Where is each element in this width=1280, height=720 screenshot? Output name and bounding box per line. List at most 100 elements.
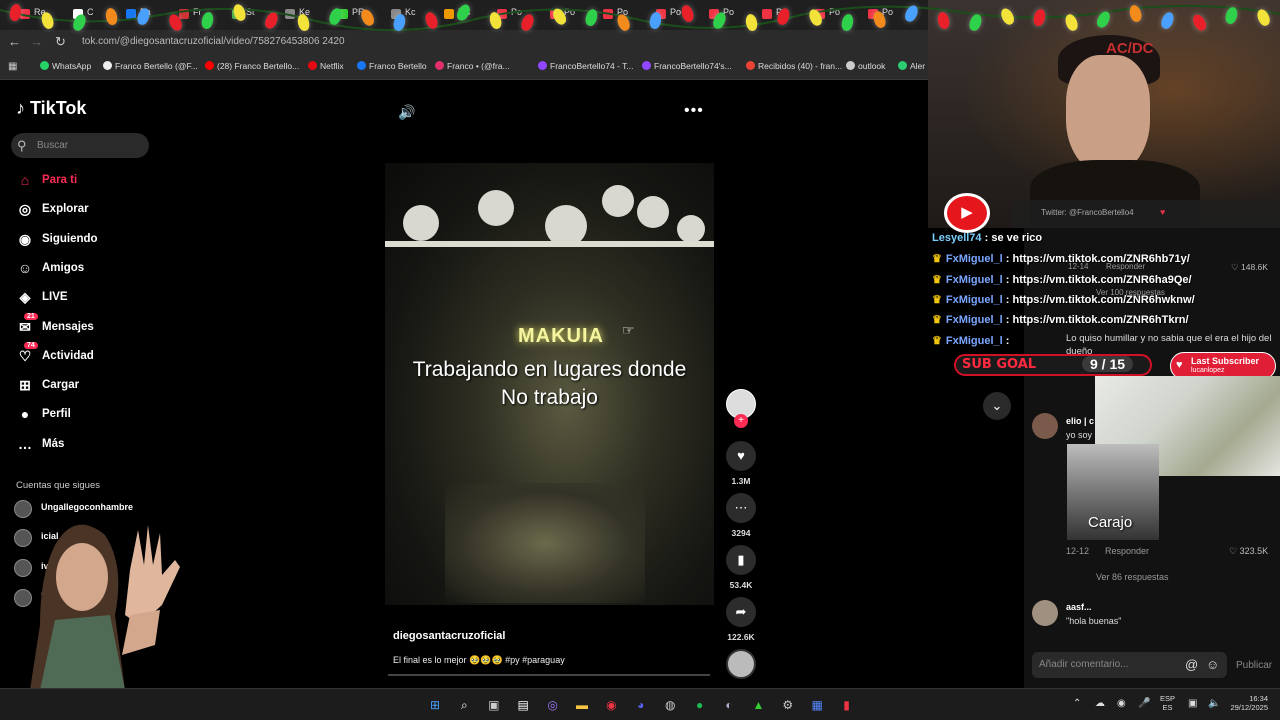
sidebar-item-amigos[interactable]: ☺ Amigos — [16, 260, 146, 282]
speaker-icon[interactable]: 🔈 — [1208, 698, 1220, 709]
like-button[interactable]: ♥ — [726, 441, 756, 471]
chat-text: : — [1005, 334, 1010, 347]
follow-plus-icon[interactable]: + — [734, 414, 748, 428]
chat-text: : https://vm.tiktok.com/ZNR6hb71y/ — [1005, 253, 1190, 266]
mention-icon[interactable]: @ — [1185, 657, 1198, 672]
ceiling-light-strip — [385, 241, 714, 247]
comment-2-reply[interactable]: Responder — [1105, 546, 1149, 556]
chat-message: ♛ FxMiguel_l : https://vm.tiktok.com/ZNR6… — [932, 313, 1189, 326]
tiktok-logo[interactable]: ♪ TikTok — [16, 98, 86, 119]
sound-icon[interactable]: 🔊 — [398, 104, 415, 121]
network-icon[interactable]: ◉ — [1117, 698, 1126, 709]
bookmark-label: Franco Bertello — [369, 61, 427, 71]
bookmark-label: Aler — [910, 61, 926, 71]
bookmark-item[interactable]: Franco Bertello — [357, 61, 427, 71]
bookmark-item[interactable]: Aler — [898, 61, 925, 71]
bookmark-item[interactable]: FrancoBertello74 - T... — [538, 61, 633, 71]
bookmark-item[interactable]: outlook — [846, 61, 885, 71]
steam-icon[interactable]: ◐ — [720, 696, 738, 714]
bookmark-item[interactable]: WhatsApp — [40, 61, 91, 71]
sidebar-item-live[interactable]: ◈ LIVE — [16, 289, 146, 311]
chat-message: ♛ FxMiguel_l : https://vm.tiktok.com/ZNR6… — [932, 293, 1195, 306]
emoji-icon[interactable]: ☺ — [1206, 657, 1219, 672]
search-input[interactable] — [11, 133, 149, 158]
heart-icon: ♥ — [737, 448, 745, 463]
bookmark-item[interactable]: Recibidos (40) - fran... — [746, 61, 842, 71]
scroll-down-button[interactable]: ⌄ — [983, 392, 1011, 420]
app-icon[interactable]: ▮ — [838, 696, 856, 714]
publish-button[interactable]: Publicar — [1236, 660, 1272, 671]
sidebar-item-más[interactable]: … Más — [16, 436, 146, 458]
crown-icon: ♛ — [932, 293, 942, 306]
bookmark-label: WhatsApp — [52, 61, 92, 71]
eleven-overlay-image — [30, 524, 180, 690]
music-disc-icon[interactable] — [726, 649, 756, 679]
comment-3-text: "hola buenas" — [1066, 616, 1122, 626]
chat-text: : se ve rico — [984, 232, 1043, 244]
comment-3-avatar[interactable] — [1032, 600, 1058, 626]
task-view-icon[interactable]: ▣ — [485, 696, 503, 714]
chat-username: FxMiguel_l — [945, 334, 1003, 347]
bookmark-item[interactable]: Franco Bertello (@F... — [103, 61, 198, 71]
chevron-down-icon: ⌄ — [991, 398, 1003, 413]
search-icon[interactable]: ⌕ — [455, 696, 473, 714]
crown-icon: ♛ — [932, 314, 942, 327]
drive-icon[interactable]: ▲ — [749, 696, 767, 714]
app-icon[interactable]: ◎ — [544, 696, 562, 714]
live-icon: ◈ — [19, 289, 31, 306]
sidebar-item-para-ti[interactable]: ⌂ Para ti — [16, 172, 146, 194]
twitter-handle: Twitter: @FrancoBertello4 — [1041, 208, 1134, 217]
app-icon[interactable]: ▦ — [808, 696, 826, 714]
sidebar-item-label: Explorar — [42, 203, 89, 216]
region: ES — [1162, 703, 1173, 712]
tiktok-note-icon: ♪ — [16, 98, 25, 118]
windows-start-icon[interactable]: ⊞ — [426, 696, 444, 714]
clock[interactable]: 16:34 29/12/2025 — [1222, 694, 1268, 712]
date: 29/12/2025 — [1230, 703, 1268, 712]
app-icon[interactable]: ⚙ — [779, 696, 797, 714]
video-caption-line-2: No trabajo — [501, 386, 598, 409]
bookmark-item[interactable]: FrancoBertello74's... — [642, 61, 732, 71]
onedrive-icon[interactable]: ☁ — [1095, 698, 1105, 709]
neon-sign: MAKUIA — [518, 325, 604, 347]
sidebar-item-siguiendo[interactable]: ◉ Siguiendo — [16, 231, 146, 253]
bookmark-item[interactable]: (28) Franco Bertello... — [205, 61, 299, 71]
display-icon[interactable]: ▣ — [1188, 698, 1197, 709]
comment-2-more[interactable]: Ver 86 respuestas — [1096, 572, 1169, 582]
tray-chevron-icon[interactable]: ⌃ — [1073, 698, 1081, 709]
following-icon: ◉ — [18, 230, 32, 247]
video-player[interactable] — [385, 163, 714, 605]
chat-username: FxMiguel_l — [945, 293, 1003, 306]
more-options-icon[interactable]: ••• — [684, 102, 704, 120]
sidebar-item-cargar[interactable]: ⊞ Cargar — [16, 377, 146, 399]
share-button[interactable]: ➦ — [726, 597, 756, 627]
save-count: 53.4K — [729, 580, 753, 590]
file-explorer-icon[interactable]: ▬ — [573, 696, 591, 714]
obs-icon[interactable]: ◍ — [661, 696, 679, 714]
comment-2-user[interactable]: elio | c — [1066, 416, 1094, 426]
microphone-icon[interactable]: 🎤 — [1138, 698, 1150, 709]
comment-2-avatar[interactable] — [1032, 413, 1058, 439]
comment-button[interactable]: ⋯ — [726, 493, 756, 523]
friends-icon: ☺ — [17, 259, 33, 276]
sidebar-item-explorar[interactable]: ◎ Explorar — [16, 201, 146, 223]
apps-grid-icon[interactable]: ▦ — [8, 61, 17, 72]
store-icon[interactable]: ▤ — [514, 696, 532, 714]
comment-3-user[interactable]: aasf... — [1066, 602, 1092, 612]
spotify-icon[interactable]: ● — [691, 696, 709, 714]
sidebar-item-label: Cargar — [42, 379, 80, 392]
sidebar-item-actividad[interactable]: ♡ Actividad 74 — [16, 341, 146, 370]
sidebar-item-perfil[interactable]: ● Perfil — [16, 406, 146, 428]
sidebar-item-mensajes[interactable]: ✉ Mensajes 21 — [16, 312, 146, 341]
save-button[interactable]: ▮ — [726, 545, 756, 575]
lamp-6 — [677, 215, 705, 243]
sidebar-item-label: Siguiendo — [42, 232, 98, 245]
video-author[interactable]: diegosantacruzoficial — [393, 630, 505, 642]
discord-icon[interactable]: ◕ — [632, 696, 650, 714]
language-indicator[interactable]: ESP ES — [1160, 694, 1175, 712]
bookmark-item[interactable]: Netflix — [308, 61, 344, 71]
video-progress-bar[interactable] — [388, 674, 710, 676]
bookmark-item[interactable]: Franco • (@fra... — [435, 61, 510, 71]
chrome-icon[interactable]: ◉ — [602, 696, 620, 714]
bookmark-label: Netflix — [320, 61, 344, 71]
